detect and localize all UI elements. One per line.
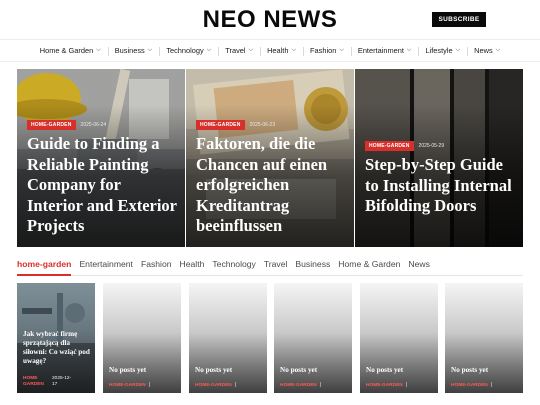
tab-fashion[interactable]: Fashion <box>141 258 172 275</box>
post-meta: HOME-GARDEN | <box>280 382 321 388</box>
category-badge[interactable]: HOME-GARDEN <box>195 383 232 388</box>
tab-entertainment[interactable]: Entertainment <box>79 258 133 275</box>
post-date: 2025-12-17 <box>52 376 72 387</box>
category-badge[interactable]: HOME-GARDEN <box>365 141 414 151</box>
nav-item-news[interactable]: News ⌵ <box>467 46 507 56</box>
post-date: 2025-06-23 <box>249 122 276 128</box>
nav-item-entertainment[interactable]: Entertainment ⌵ <box>350 46 419 56</box>
post-meta: HOME-GARDEN | <box>195 382 236 388</box>
post-meta: HOME-GARDEN | <box>366 382 407 388</box>
nav-item-label: Health <box>267 46 289 55</box>
category-badge[interactable]: HOME-GARDEN <box>196 120 245 130</box>
nav-item-home-garden[interactable]: Home & Garden ⌵ <box>33 46 108 55</box>
chevron-down-icon: ⌵ <box>147 47 153 53</box>
nav-item-health[interactable]: Health ⌵ <box>260 46 303 56</box>
site-header: NEO NEWS SUBSCRIBE <box>0 0 540 40</box>
post-grid: Jak wybrać firmę sprzątającą dla siłowni… <box>17 283 523 393</box>
tab-travel[interactable]: Travel <box>264 258 288 275</box>
tab-home-and-garden[interactable]: Home & Garden <box>338 258 400 275</box>
meta-divider: | <box>234 382 237 388</box>
post-date: 2025-05-29 <box>418 143 445 149</box>
post-card[interactable]: No posts yet HOME-GARDEN | <box>103 283 181 393</box>
post-meta: HOME-GARDEN 2025-06-23 <box>196 120 275 130</box>
meta-divider: | <box>148 382 151 388</box>
post-meta: HOME GARDEN 2025-12-17 <box>23 376 72 388</box>
post-card[interactable]: No posts yet HOME-GARDEN | <box>360 283 438 393</box>
nav-item-label: Travel <box>225 46 246 55</box>
featured-post-card[interactable]: HOME-GARDEN 2025-05-29 Step-by-Step Guid… <box>355 69 523 247</box>
meta-divider: | <box>319 382 322 388</box>
chevron-down-icon: ⌵ <box>206 47 212 53</box>
main-nav: Home & Garden ⌵ Business ⌵ Technology ⌵ Tra… <box>0 40 540 62</box>
nav-item-label: Fashion <box>310 46 337 55</box>
meta-divider: | <box>405 382 408 388</box>
category-tabs: home-garden Entertainment Fashion Health… <box>17 258 523 276</box>
chevron-down-icon: ⌵ <box>495 47 501 53</box>
featured-posts: HOME-GARDEN 2025-06-24 Guide to Finding … <box>17 69 523 247</box>
nav-item-travel[interactable]: Travel ⌵ <box>218 46 260 56</box>
nav-item-business[interactable]: Business ⌵ <box>107 46 160 56</box>
nav-item-label: Home & Garden <box>39 46 94 55</box>
post-meta: HOME-GARDEN | <box>451 382 492 388</box>
post-title: No posts yet <box>195 366 233 374</box>
nav-item-label: Entertainment <box>357 46 404 55</box>
post-title[interactable]: Jak wybrać firmę sprzątającą dla siłowni… <box>23 330 91 366</box>
nav-item-fashion[interactable]: Fashion ⌵ <box>303 46 351 56</box>
tab-technology[interactable]: Technology <box>212 258 255 275</box>
post-meta: HOME-GARDEN | <box>109 382 150 388</box>
post-title[interactable]: Step-by-Step Guide to Installing Interna… <box>365 155 515 217</box>
category-badge[interactable]: HOME-GARDEN <box>366 383 403 388</box>
chevron-down-icon: ⌵ <box>339 47 344 53</box>
nav-item-label: News <box>474 46 493 55</box>
post-title: No posts yet <box>366 366 404 374</box>
chevron-down-icon: ⌵ <box>96 47 101 53</box>
chevron-down-icon: ⌵ <box>291 47 297 53</box>
nav-item-label: Technology <box>166 46 204 55</box>
featured-post-card[interactable]: HOME-GARDEN 2025-06-23 Faktoren, die die… <box>186 69 354 247</box>
post-meta: HOME-GARDEN 2025-06-24 <box>27 120 106 130</box>
tab-news[interactable]: News <box>408 258 430 275</box>
category-badge[interactable]: HOME-GARDEN <box>109 383 146 388</box>
subscribe-button[interactable]: SUBSCRIBE <box>432 12 486 27</box>
nav-item-lifestyle[interactable]: Lifestyle ⌵ <box>418 46 467 56</box>
tab-home-garden[interactable]: home-garden <box>17 258 72 276</box>
nav-item-label: Lifestyle <box>425 46 453 55</box>
post-card[interactable]: No posts yet HOME-GARDEN | <box>189 283 267 393</box>
chevron-down-icon: ⌵ <box>455 47 461 53</box>
post-card[interactable]: No posts yet HOME-GARDEN | <box>445 283 523 393</box>
category-badge[interactable]: HOME-GARDEN <box>451 383 488 388</box>
nav-item-label: Business <box>114 46 145 55</box>
chevron-down-icon: ⌵ <box>248 47 254 53</box>
category-badge[interactable]: HOME-GARDEN <box>280 383 317 388</box>
nav-item-technology[interactable]: Technology ⌵ <box>159 46 218 56</box>
category-badge[interactable]: HOME GARDEN <box>23 376 49 388</box>
tab-business[interactable]: Business <box>295 258 330 275</box>
featured-post-card[interactable]: HOME-GARDEN 2025-06-24 Guide to Finding … <box>17 69 185 247</box>
post-title[interactable]: Faktoren, die die Chancen auf einen erfo… <box>196 134 346 237</box>
post-date: 2025-06-24 <box>80 122 107 128</box>
post-title: No posts yet <box>109 366 147 374</box>
chevron-down-icon: ⌵ <box>406 47 412 53</box>
post-title: No posts yet <box>451 366 489 374</box>
post-title[interactable]: Guide to Finding a Reliable Painting Com… <box>27 134 177 237</box>
post-card[interactable]: No posts yet HOME-GARDEN | <box>274 283 352 393</box>
post-card[interactable]: Jak wybrać firmę sprzątającą dla siłowni… <box>17 283 95 393</box>
meta-divider: | <box>490 382 493 388</box>
category-badge[interactable]: HOME-GARDEN <box>27 120 76 130</box>
post-title: No posts yet <box>280 366 318 374</box>
tab-health[interactable]: Health <box>180 258 205 275</box>
post-meta: HOME-GARDEN 2025-05-29 <box>365 141 444 151</box>
